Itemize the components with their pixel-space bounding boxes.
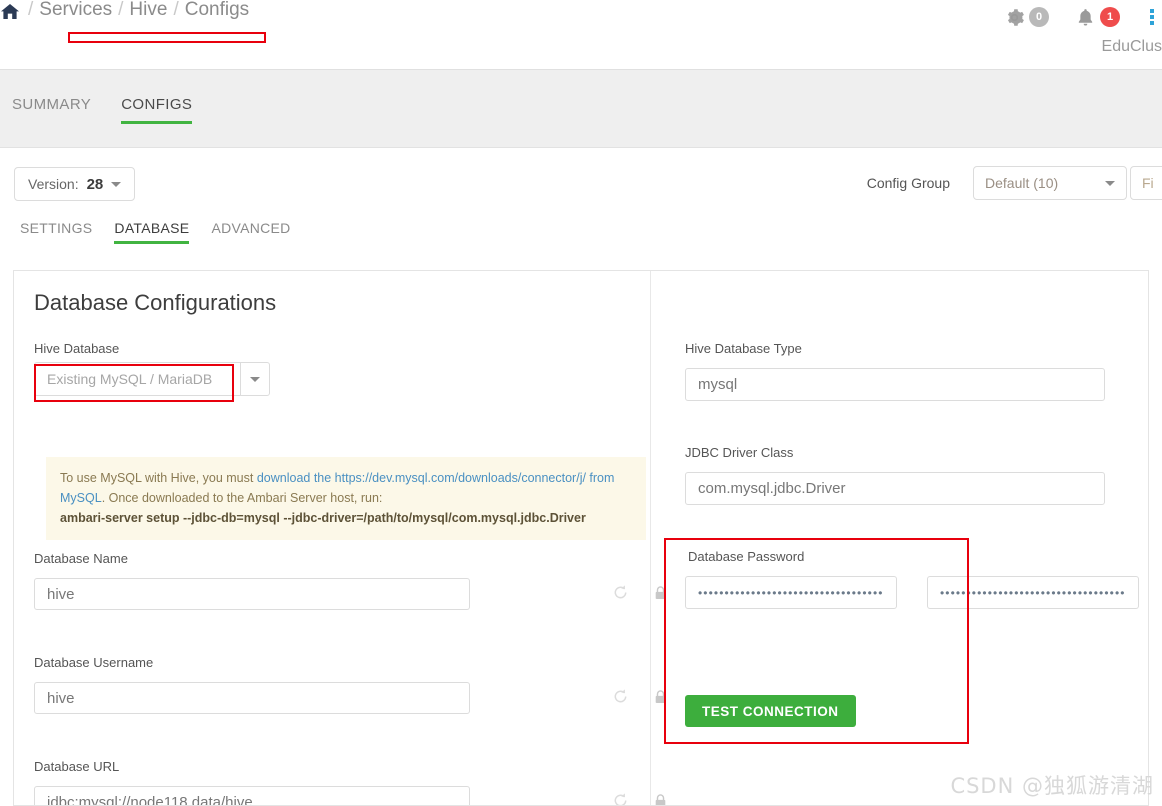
hive-database-label: Hive Database <box>34 341 120 356</box>
config-group-value: Default (10) <box>985 175 1059 191</box>
config-group-select[interactable]: Default (10) <box>973 166 1127 200</box>
breadcrumb-item-services[interactable]: Services <box>39 0 112 21</box>
info-text-suffix: . Once downloaded to the Ambari Server h… <box>101 491 383 505</box>
database-username-row-icons <box>612 688 668 705</box>
annotation-box-breadcrumb <box>68 32 266 43</box>
config-sub-tabs: SETTINGS DATABASE ADVANCED <box>20 220 291 244</box>
database-password-input[interactable]: •••••••••••••••••••••••••••••••••••••• <box>685 576 897 609</box>
test-connection-button[interactable]: TEST CONNECTION <box>685 695 856 727</box>
operations-count-badge[interactable]: 0 <box>1029 7 1049 27</box>
subtab-advanced[interactable]: ADVANCED <box>211 220 290 244</box>
breadcrumb-separator-3: / <box>173 0 179 20</box>
gear-icon[interactable] <box>1004 7 1025 28</box>
version-number: 28 <box>86 175 104 193</box>
config-controls-row: Version: 28 SETTINGS DATABASE ADVANCED C… <box>0 148 1162 270</box>
cluster-name-label: EduClus <box>1101 38 1162 55</box>
version-label: Version: <box>28 176 79 192</box>
alerts-indicator[interactable]: 1 <box>1075 7 1120 28</box>
header-actions: 0 1 <box>1004 0 1162 34</box>
database-url-label: Database URL <box>34 759 120 774</box>
revert-icon[interactable] <box>612 584 629 601</box>
subtab-settings[interactable]: SETTINGS <box>20 220 92 244</box>
mysql-info-box: To use MySQL with Hive, you must downloa… <box>46 457 646 540</box>
service-tab-band: SUMMARY CONFIGS <box>0 70 1162 148</box>
service-tabs: SUMMARY CONFIGS <box>12 96 193 124</box>
watermark: CSDN @独狐游清湖 <box>950 774 1154 798</box>
hive-database-dropdown-button[interactable] <box>240 362 270 396</box>
chevron-down-icon <box>1105 180 1115 186</box>
jdbc-driver-class-label: JDBC Driver Class <box>685 445 794 460</box>
lock-icon[interactable] <box>653 585 668 601</box>
chevron-down-icon <box>111 181 122 187</box>
database-name-input[interactable]: hive <box>34 578 470 610</box>
config-group-label: Config Group <box>866 175 950 191</box>
database-name-label: Database Name <box>34 551 128 566</box>
revert-icon[interactable] <box>612 792 629 805</box>
password-masked-value: •••••••••••••••••••••••••••••••••••••• <box>698 586 884 599</box>
breadcrumb-separator-1: / <box>28 0 34 20</box>
database-name-row-icons <box>612 584 668 601</box>
annotation-box-hive-database <box>34 364 234 402</box>
tab-summary[interactable]: SUMMARY <box>12 96 91 124</box>
database-password-confirm-input[interactable]: ••••••••••••••••••••••••••••••••••••••••… <box>927 576 1139 609</box>
database-url-input[interactable]: jdbc:mysql://node118.data/hive <box>34 786 470 805</box>
database-url-row-icons <box>612 792 668 805</box>
chevron-down-icon <box>250 376 260 382</box>
jdbc-driver-class-input[interactable]: com.mysql.jdbc.Driver <box>685 472 1105 505</box>
info-text-prefix: To use MySQL with Hive, you must <box>60 471 257 485</box>
breadcrumb-item-hive[interactable]: Hive <box>129 0 167 21</box>
subtab-database[interactable]: DATABASE <box>114 220 190 244</box>
left-column: Hive Database Existing MySQL / MariaDB T… <box>34 271 666 805</box>
filter-input[interactable]: Fi <box>1130 166 1162 200</box>
ambari-setup-command: ambari-server setup --jdbc-db=mysql --jd… <box>60 511 586 525</box>
more-menu-icon[interactable] <box>1144 9 1160 25</box>
password-confirm-masked-value: ••••••••••••••••••••••••••••••••••••••••… <box>940 586 1126 599</box>
top-header: / Services / Hive / Configs 0 1 EduClus <box>0 0 1162 70</box>
lock-icon[interactable] <box>653 689 668 705</box>
database-configurations-card: Database Configurations Hive Database Ex… <box>13 270 1149 806</box>
home-icon[interactable] <box>0 2 20 22</box>
alerts-count-badge[interactable]: 1 <box>1100 7 1120 27</box>
database-username-input[interactable]: hive <box>34 682 470 714</box>
database-password-label: Database Password <box>688 549 805 564</box>
version-selector[interactable]: Version: 28 <box>14 167 136 201</box>
bell-icon[interactable] <box>1075 7 1096 28</box>
breadcrumb-item-configs[interactable]: Configs <box>185 0 249 21</box>
revert-icon[interactable] <box>612 688 629 705</box>
filter-placeholder: Fi <box>1142 175 1154 191</box>
breadcrumb: / Services / Hive / Configs <box>0 0 249 24</box>
breadcrumb-separator-2: / <box>118 0 124 20</box>
lock-icon[interactable] <box>653 793 668 805</box>
hive-database-type-input[interactable]: mysql <box>685 368 1105 401</box>
column-divider <box>650 271 651 805</box>
tab-configs[interactable]: CONFIGS <box>121 96 193 124</box>
hive-database-type-label: Hive Database Type <box>685 341 802 356</box>
background-operations[interactable]: 0 <box>1004 7 1049 28</box>
database-username-label: Database Username <box>34 655 154 670</box>
right-column: Hive Database Type mysql JDBC Driver Cla… <box>685 271 1139 805</box>
